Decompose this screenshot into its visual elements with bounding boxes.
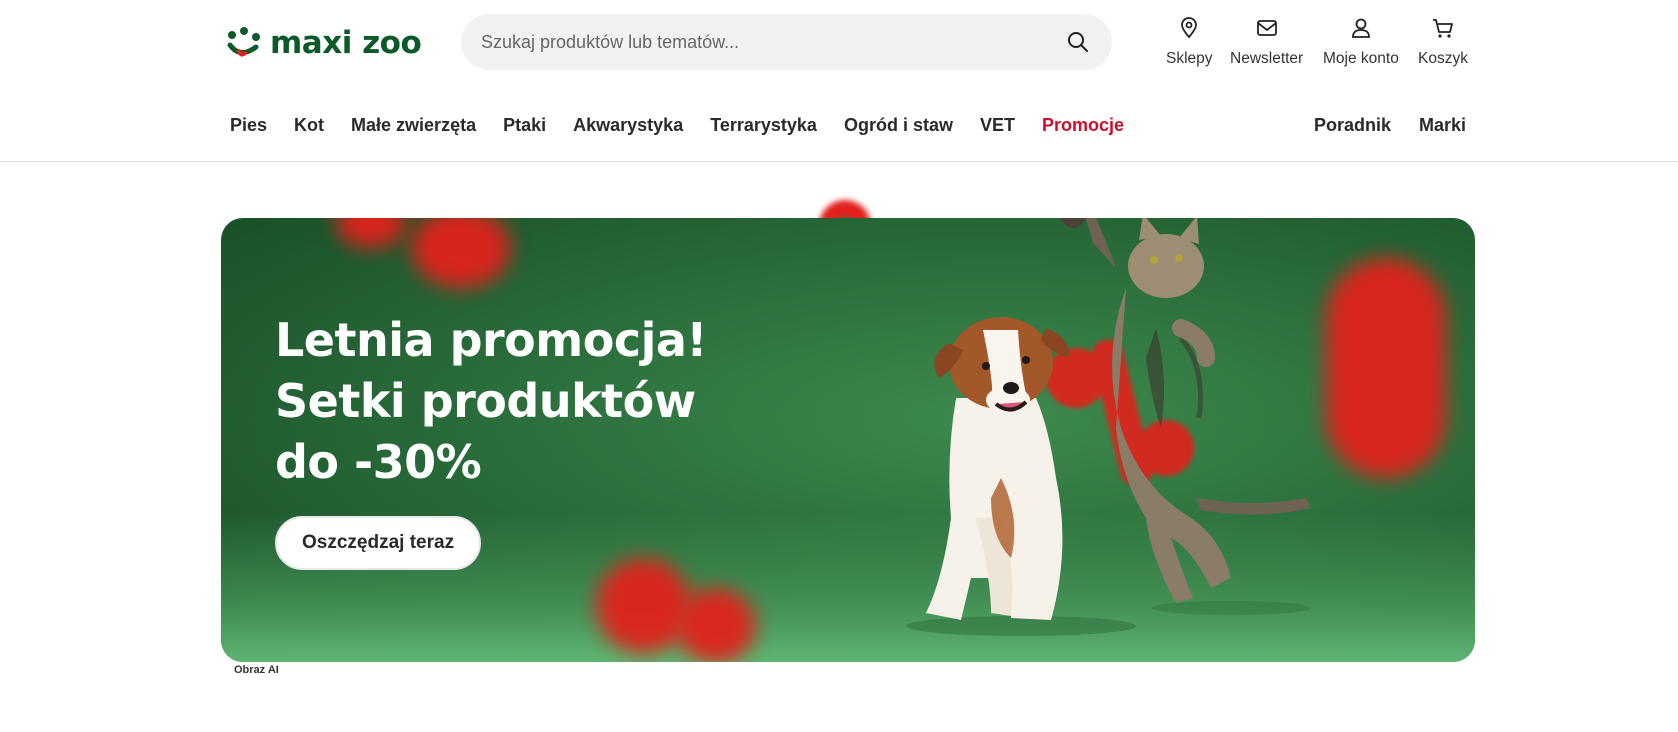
- account-link[interactable]: Moje konto: [1323, 16, 1399, 68]
- nav-item-birds[interactable]: Ptaki: [503, 115, 546, 136]
- nav-item-cat[interactable]: Kot: [294, 115, 324, 136]
- dog-figure: [926, 317, 1070, 620]
- hero-headline-line-2: Setki produktów: [275, 374, 696, 428]
- search-bar: [461, 14, 1112, 70]
- save-now-button[interactable]: Oszczędzaj teraz: [275, 516, 482, 570]
- nav-item-brands[interactable]: Marki: [1419, 115, 1466, 136]
- map-pin-icon: [1177, 16, 1201, 40]
- ai-image-caption: Obraz AI: [234, 664, 279, 676]
- search-icon: [1068, 32, 1088, 52]
- nav-item-dog[interactable]: Pies: [230, 115, 267, 136]
- search-input[interactable]: [481, 31, 1064, 53]
- secondary-nav: Poradnik Marki: [1314, 110, 1466, 140]
- search-button[interactable]: [1064, 28, 1092, 56]
- nav-item-aquaristics[interactable]: Akwarystyka: [573, 115, 683, 136]
- newsletter-label: Newsletter: [1230, 50, 1304, 67]
- stores-label: Sklepy: [1166, 50, 1213, 67]
- cart-link[interactable]: Koszyk: [1418, 16, 1468, 68]
- logo[interactable]: maxi zoo: [226, 24, 422, 62]
- stores-link[interactable]: Sklepy: [1166, 16, 1213, 68]
- cat-figure: [1060, 218, 1311, 603]
- hero-headline-line-1: Letnia promocja!: [275, 313, 707, 367]
- cart-label: Koszyk: [1418, 50, 1468, 67]
- paw-logo-icon: [227, 27, 260, 57]
- mail-icon: [1255, 16, 1279, 40]
- cart-icon: [1431, 16, 1455, 40]
- nav-item-vet[interactable]: VET: [980, 115, 1015, 136]
- user-icon: [1349, 16, 1373, 40]
- newsletter-link[interactable]: Newsletter: [1230, 16, 1303, 68]
- account-label: Moje konto: [1323, 50, 1399, 67]
- logo-text: maxi zoo: [270, 24, 422, 61]
- hero-banner[interactable]: Letnia promocja! Setki produktów do -30%…: [221, 218, 1475, 662]
- site-header: maxi zoo Sklepy Newsletter: [0, 0, 1678, 162]
- hero-headline-line-3: do -30%: [275, 435, 482, 489]
- nav-item-promotions[interactable]: Promocje: [1042, 115, 1124, 136]
- nav-item-garden-pond[interactable]: Ogród i staw: [844, 115, 953, 136]
- nav-item-guide[interactable]: Poradnik: [1314, 115, 1391, 136]
- nav-item-small-animals[interactable]: Małe zwierzęta: [351, 115, 476, 136]
- hero-headline: Letnia promocja! Setki produktów do -30%: [275, 310, 735, 493]
- main-nav: Pies Kot Małe zwierzęta Ptaki Akwarystyk…: [230, 110, 1151, 140]
- nav-item-terraristics[interactable]: Terrarystyka: [710, 115, 817, 136]
